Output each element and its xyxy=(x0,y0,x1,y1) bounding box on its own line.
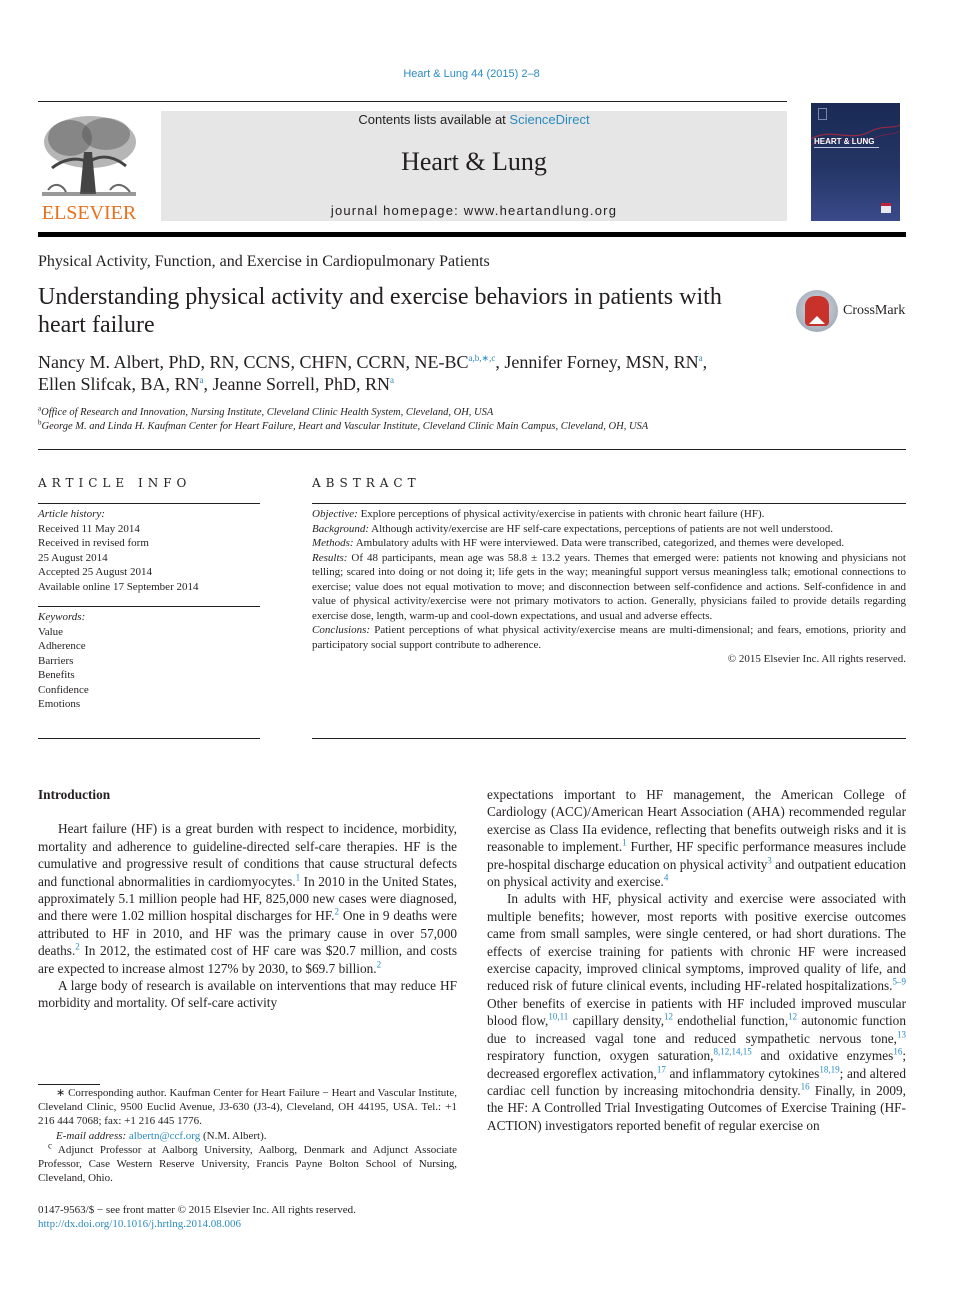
affiliation-item: bGeorge M. and Linda H. Kaufman Center f… xyxy=(38,418,649,432)
abstract-heading: ABSTRACT xyxy=(312,476,421,490)
article-title: Understanding physical activity and exer… xyxy=(38,284,722,338)
reference-link[interactable]: 2 xyxy=(377,959,382,969)
history-label: Article history: xyxy=(38,508,105,520)
journal-banner: Contents lists available at ScienceDirec… xyxy=(161,111,787,221)
article-info-heading: ARTICLE INFO xyxy=(38,476,192,490)
header-thick-divider xyxy=(38,232,906,237)
author-name[interactable]: Jennifer Forney, MSN, RN xyxy=(504,352,698,372)
reference-link[interactable]: 4 xyxy=(664,873,669,883)
introduction-heading: Introduction xyxy=(38,787,111,802)
abstract-methods: Methods: Ambulatory adults with HF were … xyxy=(312,537,845,549)
reference-link[interactable]: 18,19 xyxy=(819,1064,839,1074)
elsevier-logo[interactable]: ELSEVIER xyxy=(38,110,140,224)
keywords: Keywords: Value Adherence Barriers Benef… xyxy=(38,610,260,712)
abstract-bottom-divider xyxy=(312,738,906,739)
front-matter: 0147-9563/$ − see front matter © 2015 El… xyxy=(38,1203,457,1231)
doi-link[interactable]: http://dx.doi.org/10.1016/j.hrtlng.2014.… xyxy=(38,1217,457,1231)
author-affiliation-marks[interactable]: a xyxy=(390,375,394,385)
reference-link[interactable]: 13 xyxy=(897,1029,906,1039)
abstract-background: Background: Although activity/exercise a… xyxy=(312,522,834,535)
article-history: Article history: Received 11 May 2014 Re… xyxy=(38,507,260,594)
keywords-divider xyxy=(38,606,260,607)
history-item: 25 August 2014 xyxy=(38,551,108,564)
reference-link[interactable]: 8,12,14,15 xyxy=(714,1047,752,1057)
tree-icon xyxy=(40,112,138,200)
reference-link[interactable]: 17 xyxy=(657,1064,666,1074)
author-name[interactable]: Jeanne Sorrell, PhD, RN xyxy=(212,374,389,394)
reference-link[interactable]: 10,11 xyxy=(548,1012,568,1022)
reference-link[interactable]: 1 xyxy=(296,872,301,882)
elsevier-wordmark: ELSEVIER xyxy=(41,202,137,224)
reference-link[interactable]: 3 xyxy=(767,855,772,865)
reference-link[interactable]: 2 xyxy=(75,942,80,952)
article-info-bottom-divider xyxy=(38,738,260,739)
reference-link[interactable]: 5–9 xyxy=(893,977,907,987)
header-divider xyxy=(38,101,787,102)
body-paragraph: Heart failure (HF) is a great burden wit… xyxy=(38,821,458,976)
affiliation-divider xyxy=(38,449,906,450)
body-paragraph: In adults with HF, physical activity and… xyxy=(487,891,907,1133)
abstract-body: Objective: Explore perceptions of physic… xyxy=(312,507,906,667)
contents-line: Contents lists available at ScienceDirec… xyxy=(161,112,787,127)
reference-link[interactable]: 2 xyxy=(335,907,340,917)
keyword-item: Barriers xyxy=(38,654,74,667)
reference-link[interactable]: 16 xyxy=(893,1047,902,1057)
reference-link[interactable]: 16 xyxy=(801,1081,810,1091)
keyword-item: Adherence xyxy=(38,640,86,652)
reference-link[interactable]: 12 xyxy=(788,1012,797,1022)
body-column-right: expectations important to HF management,… xyxy=(487,786,906,1134)
history-item: Received in revised form xyxy=(38,537,149,549)
sciencedirect-link[interactable]: ScienceDirect xyxy=(509,112,589,127)
cover-title: HEART & LUNG xyxy=(814,137,879,148)
corresponding-author-note: ∗ Corresponding author. Kaufman Center f… xyxy=(38,1087,457,1128)
history-item: Accepted 25 August 2014 xyxy=(38,566,152,578)
abstract-objective: Objective: Explore perceptions of physic… xyxy=(312,508,765,520)
section-label: Physical Activity, Function, and Exercis… xyxy=(38,253,490,270)
keyword-item: Value xyxy=(38,625,64,638)
footnotes: ∗ Corresponding author. Kaufman Center f… xyxy=(38,1086,457,1185)
footnote-divider xyxy=(38,1084,100,1085)
abstract-conclusions: Conclusions: Patient perceptions of what… xyxy=(312,624,906,651)
author-name[interactable]: Ellen Slifcak, BA, RN xyxy=(38,374,199,394)
keyword-item: Emotions xyxy=(38,698,81,710)
article-info-divider xyxy=(38,503,260,504)
contents-prefix: Contents lists available at xyxy=(358,112,510,127)
author-list: Nancy M. Albert, PhD, RN, CCNS, CHFN, CC… xyxy=(38,352,708,394)
cover-badge-icon xyxy=(881,203,891,213)
body-paragraph: A large body of research is available on… xyxy=(38,978,457,1011)
crossmark-icon xyxy=(796,290,838,332)
journal-name: Heart & Lung xyxy=(401,147,547,176)
body-paragraph: expectations important to HF management,… xyxy=(487,787,906,890)
history-item: Received 11 May 2014 xyxy=(38,522,140,535)
email-note: E-mail address: albertn@ccf.org (N.M. Al… xyxy=(56,1129,267,1142)
author-name[interactable]: Nancy M. Albert, PhD, RN, CCNS, CHFN, CC… xyxy=(38,352,469,372)
journal-cover-image[interactable]: HEART & LUNG xyxy=(811,103,900,221)
affiliation-item: aOffice of Research and Innovation, Nurs… xyxy=(38,404,494,418)
keyword-item: Benefits xyxy=(38,669,75,681)
abstract-divider xyxy=(312,503,906,504)
journal-citation[interactable]: Heart & Lung 44 (2015) 2–8 xyxy=(0,68,943,80)
issn-line: 0147-9563/$ − see front matter © 2015 El… xyxy=(38,1204,356,1216)
keyword-item: Confidence xyxy=(38,683,89,696)
adjunct-note: c Adjunct Professor at Aalborg Universit… xyxy=(38,1140,457,1185)
author-affiliation-marks[interactable]: a,b,∗,c xyxy=(469,353,496,363)
crossmark-label: CrossMark xyxy=(843,303,906,318)
abstract-results: Results: Of 48 participants, mean age wa… xyxy=(312,551,906,622)
keywords-label: Keywords: xyxy=(38,611,86,623)
crossmark-button[interactable]: CrossMark xyxy=(796,290,911,332)
journal-homepage-link[interactable]: journal homepage: www.heartandlung.org xyxy=(161,203,787,218)
affiliations: aOffice of Research and Innovation, Nurs… xyxy=(38,404,898,434)
abstract-copyright: © 2015 Elsevier Inc. All rights reserved… xyxy=(727,653,906,665)
reference-link[interactable]: 1 xyxy=(622,838,627,848)
history-item: Available online 17 September 2014 xyxy=(38,580,199,593)
email-link[interactable]: albertn@ccf.org xyxy=(129,1130,200,1142)
reference-link[interactable]: 12 xyxy=(664,1012,673,1022)
body-column-left: Introduction Heart failure (HF) is a gre… xyxy=(38,786,457,1012)
